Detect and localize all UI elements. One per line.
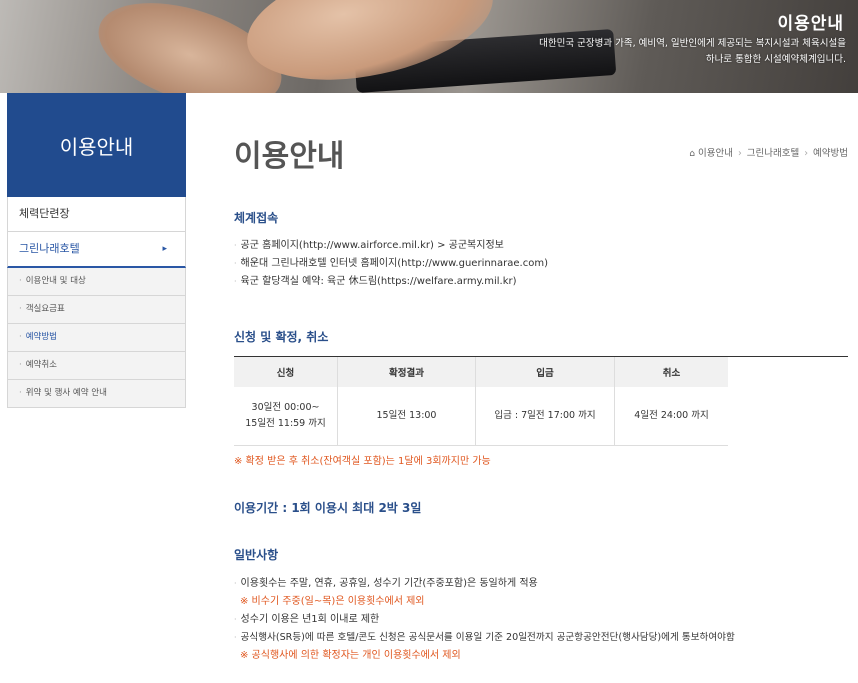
sidebar-subitem-rates[interactable]: · 객실요금표: [7, 296, 186, 324]
schedule-table: 신청 확정결과 입금 취소 30일전 00:00~ 15일전 11:59 까지 1…: [234, 357, 728, 446]
section-title-period: 이용기간 : 1회 이용시 최대 2박 3일: [234, 501, 422, 515]
breadcrumb-item: 예약방법: [813, 148, 848, 159]
cell-apply: 30일전 00:00~ 15일전 11:59 까지: [234, 387, 338, 446]
general-list: · 이용횟수는 주말, 연휴, 공휴일, 성수기 기간(주중포함)은 동일하게 적…: [234, 575, 848, 665]
sidebar-heading: 이용안내: [7, 93, 186, 197]
bullet-icon: ·: [234, 579, 237, 588]
chevron-right-icon: ›: [737, 148, 742, 159]
table-header-row: 신청 확정결과 입금 취소: [234, 357, 728, 387]
list-note: ※ 비수기 주중(일~목)은 이용횟수에서 제외: [240, 596, 425, 607]
sidebar-subitem-label: 위약 및 행사 예약 안내: [25, 388, 107, 398]
bullet-icon: ·: [234, 615, 237, 624]
cell-deposit: 입금 : 7일전 17:00 까지: [475, 387, 615, 446]
list-item: · 이용횟수는 주말, 연휴, 공휴일, 성수기 기간(주중포함)은 동일하게 적…: [234, 578, 538, 589]
breadcrumb-item[interactable]: 그린나래호텔: [747, 148, 799, 159]
list-item: · 성수기 이용은 년1회 이내로 제한: [234, 614, 380, 625]
sidebar: 이용안내 체력단련장 그린나래호텔 ▸ · 이용안내 및 대상 · 객실요금표 · 예…: [7, 93, 186, 408]
section-title-general: 일반사항: [234, 548, 279, 562]
breadcrumb-item[interactable]: 이용안내: [698, 148, 733, 159]
bullet-icon: ·: [234, 259, 237, 268]
banner-desc-line: 하나로 통합한 시설예약체계입니다.: [705, 54, 846, 65]
top-banner: 이용안내 대한민국 군장병과 가족, 예비역, 일반인에게 제공되는 복지시설과…: [0, 0, 858, 93]
banner-title: 이용안내: [777, 14, 844, 34]
bullet-icon: ·: [19, 276, 22, 286]
sidebar-item-label: 체력단련장: [19, 207, 70, 220]
bullet-icon: ·: [19, 332, 22, 342]
sidebar-item-hotel[interactable]: 그린나래호텔 ▸: [7, 232, 186, 268]
cell-confirm: 15일전 13:00: [337, 387, 476, 446]
list-item: · 해운대 그린나래호텔 인터넷 홈페이지(http://www.guerinna…: [234, 258, 548, 269]
list-item: · 공식행사(SR등)에 따른 호텔/콘도 신청은 공식문서를 이용일 기준 20…: [234, 632, 735, 643]
sidebar-item-fitness[interactable]: 체력단련장: [7, 197, 186, 232]
column-header: 신청: [234, 357, 338, 387]
apply-note: ※ 확정 받은 후 취소(잔여객실 포함)는 1달에 3회까지만 가능: [234, 456, 491, 467]
page-title: 이용안내: [234, 139, 345, 174]
sidebar-subitem-label: 예약방법: [25, 332, 57, 342]
bullet-icon: ·: [234, 277, 237, 286]
sidebar-item-label: 그린나래호텔: [19, 242, 80, 255]
column-header: 확정결과: [337, 357, 476, 387]
section-title-apply: 신청 및 확정, 취소: [234, 330, 329, 344]
sidebar-subitem-usage[interactable]: · 이용안내 및 대상: [7, 268, 186, 296]
bullet-icon: ·: [19, 388, 22, 398]
system-list: · 공군 홈페이지(http://www.airforce.mil.kr) > 공…: [234, 237, 548, 291]
section-title-system: 체계접속: [234, 211, 279, 225]
sidebar-subitem-label: 객실요금표: [25, 304, 65, 314]
sidebar-subitem-label: 이용안내 및 대상: [25, 276, 86, 286]
sidebar-subitem-label: 예약취소: [25, 360, 57, 370]
sidebar-subitem-cancel[interactable]: · 예약취소: [7, 352, 186, 380]
list-item: · 공군 홈페이지(http://www.airforce.mil.kr) > 공…: [234, 240, 504, 251]
cell-cancel: 4일전 24:00 까지: [614, 387, 728, 446]
list-item: · 육군 할당객실 예약: 육군 休드림(https://welfare.army…: [234, 276, 517, 287]
column-header: 입금: [475, 357, 615, 387]
bullet-icon: ·: [234, 241, 237, 250]
bullet-icon: ·: [19, 304, 22, 314]
banner-description: 대한민국 군장병과 가족, 예비역, 일반인에게 제공되는 복지시설과 체육시설…: [539, 36, 846, 68]
home-icon[interactable]: ⌂: [689, 149, 695, 159]
column-header: 취소: [614, 357, 728, 387]
bullet-icon: ·: [19, 360, 22, 370]
sidebar-subitem-penalty[interactable]: · 위약 및 행사 예약 안내: [7, 380, 186, 408]
table-row: 30일전 00:00~ 15일전 11:59 까지 15일전 13:00 입금 :…: [234, 387, 728, 446]
bullet-icon: ·: [234, 633, 237, 642]
banner-desc-line: 대한민국 군장병과 가족, 예비역, 일반인에게 제공되는 복지시설과 체육시설…: [539, 38, 846, 49]
list-note: ※ 공식행사에 의한 확정자는 개인 이용횟수에서 제외: [240, 650, 461, 661]
sidebar-subitem-reservation[interactable]: · 예약방법: [7, 324, 186, 352]
chevron-right-icon: ›: [804, 148, 809, 159]
breadcrumb: ⌂ 이용안내 › 그린나래호텔 › 예약방법: [689, 145, 848, 159]
chevron-right-icon: ▸: [162, 244, 167, 254]
